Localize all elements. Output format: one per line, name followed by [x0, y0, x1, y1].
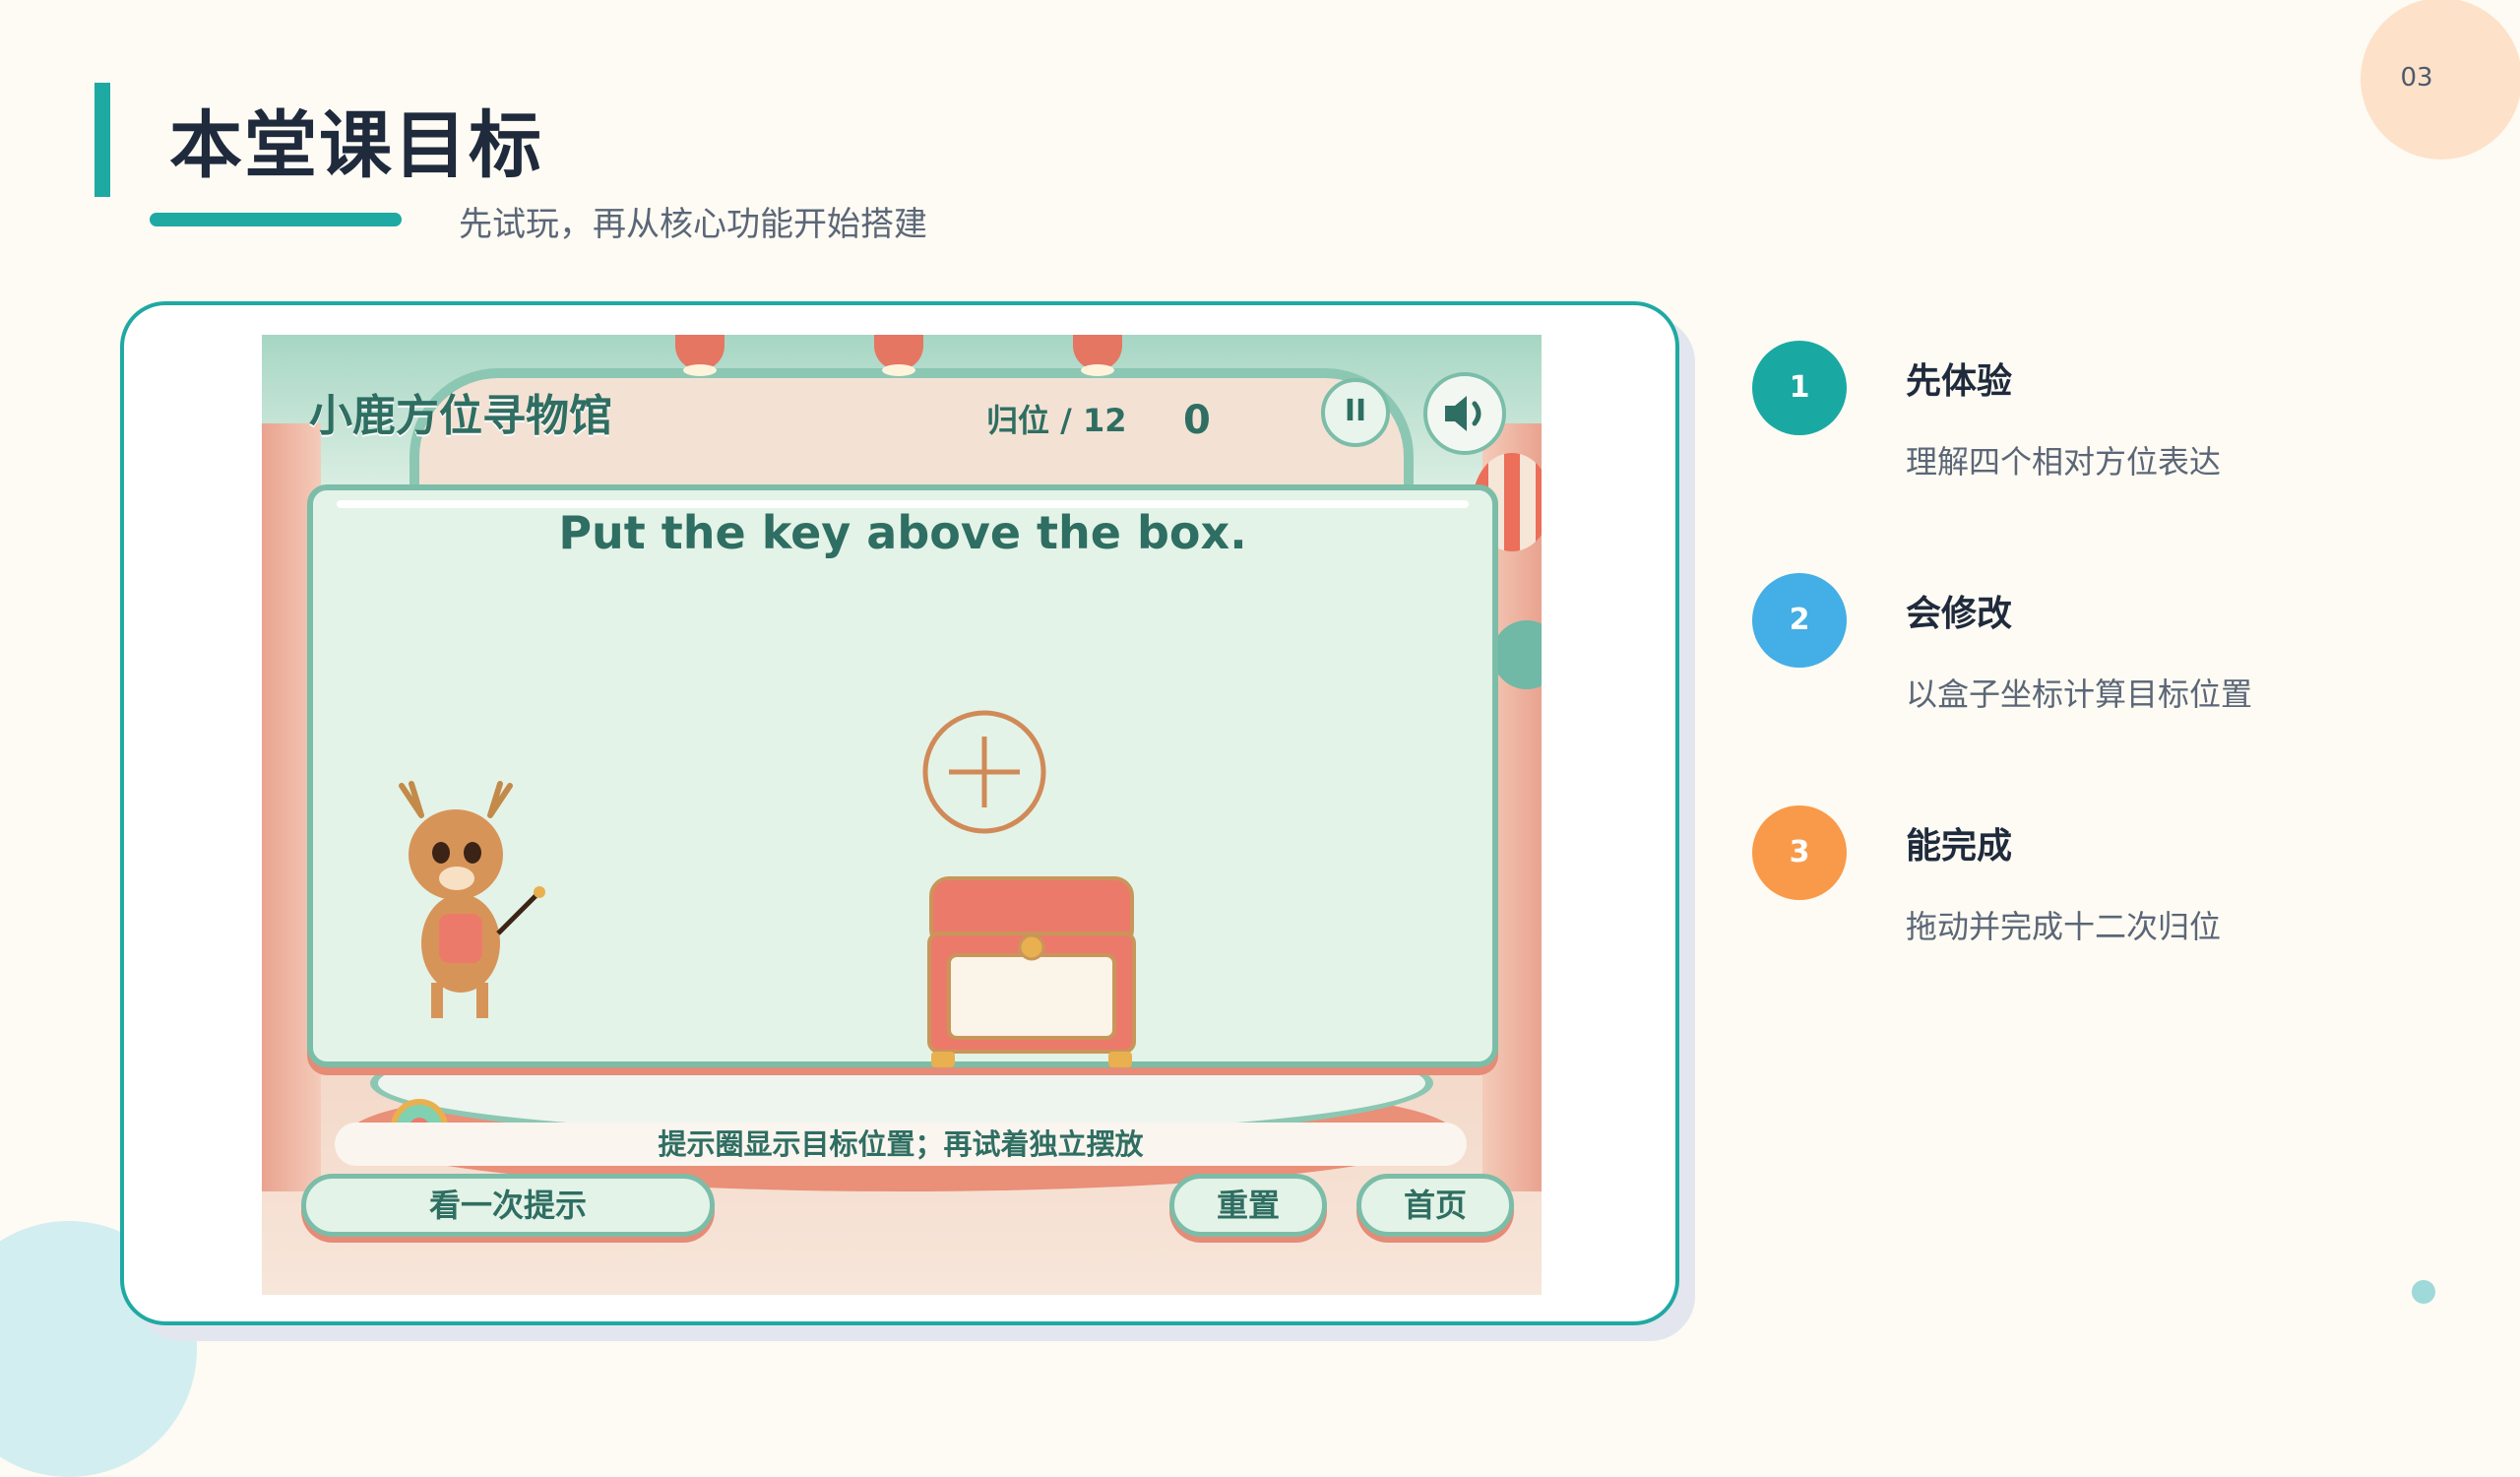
crosshair-target-icon	[922, 710, 1046, 834]
hint-message: 提示圈显示目标位置；再试着独立摆放	[335, 1123, 1467, 1166]
step-desc-1: 理解四个相对方位表达	[1906, 443, 2222, 481]
play-panel: Put the key above the box.	[307, 484, 1498, 1156]
lamp-glow	[683, 364, 717, 376]
progress-counter: 归位 / 12	[986, 402, 1127, 439]
game-title: 小鹿方位寻物馆	[309, 391, 612, 441]
score-value: 0	[1183, 398, 1211, 443]
step-title-2: 会修改	[1906, 594, 2013, 634]
home-button[interactable]: 首页	[1356, 1174, 1514, 1237]
speaker-icon	[1445, 396, 1481, 431]
game-screenshot: 小鹿方位寻物馆 归位 / 12 0 II Put the key above t…	[262, 335, 1542, 1295]
sound-button[interactable]	[1423, 372, 1506, 455]
step-desc-2: 以盒子坐标计算目标位置	[1906, 675, 2253, 713]
lamp-glow	[1081, 364, 1114, 376]
treasure-chest-icon[interactable]	[923, 874, 1140, 1071]
step-desc-3: 拖动并完成十二次归位	[1906, 908, 2222, 945]
step-title-3: 能完成	[1906, 826, 2013, 867]
step-title-1: 先体验	[1906, 361, 2013, 402]
page-number: 03	[2400, 63, 2433, 93]
decorative-dot	[2412, 1280, 2435, 1304]
pause-icon: II	[1344, 394, 1367, 428]
page-subtitle: 先试玩，再从核心功能开始搭建	[459, 205, 927, 244]
reset-button[interactable]: 重置	[1169, 1174, 1327, 1237]
instruction-text: Put the key above the box.	[558, 506, 1247, 559]
lamp-glow	[882, 364, 915, 376]
title-accent-bar	[94, 83, 110, 197]
title-underline	[150, 213, 402, 226]
page-title: 本堂课目标	[169, 103, 543, 188]
show-hint-button[interactable]: 看一次提示	[301, 1174, 715, 1237]
step-number-1: 1	[1752, 341, 1847, 435]
deer-mascot-icon	[399, 781, 545, 1018]
step-number-2: 2	[1752, 573, 1847, 668]
pause-button[interactable]: II	[1321, 378, 1390, 447]
step-number-3: 3	[1752, 805, 1847, 900]
